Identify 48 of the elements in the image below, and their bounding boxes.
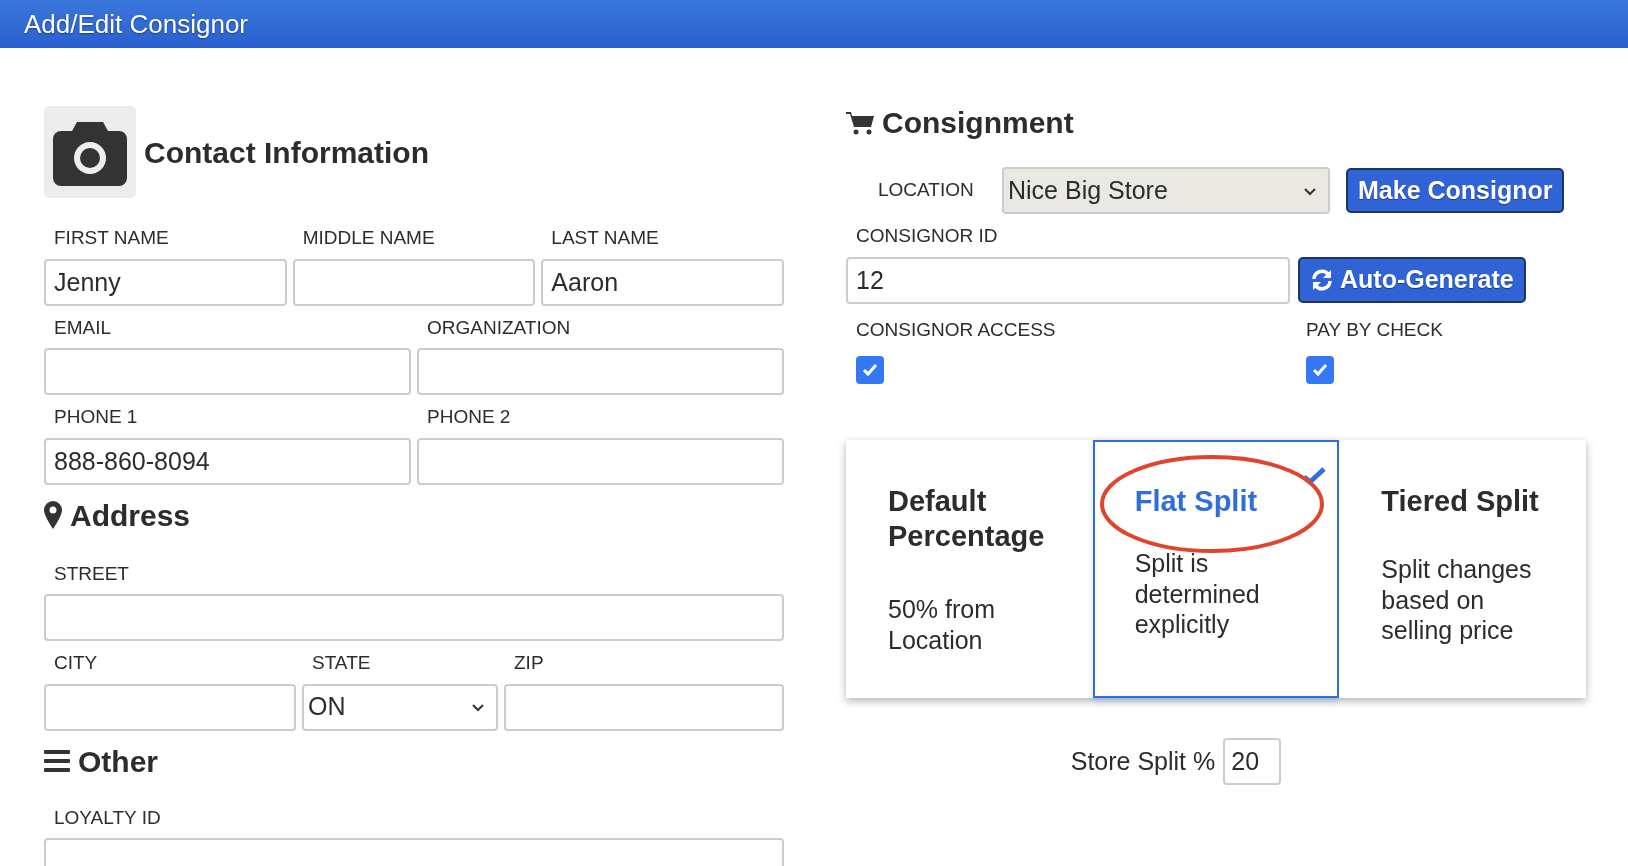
- auto-generate-button[interactable]: Auto-Generate: [1298, 257, 1526, 303]
- input-field[interactable]: [504, 683, 784, 731]
- window-title: Add/Edit Consignor: [24, 7, 249, 41]
- split-option[interactable]: Default Percentage 50% from Location: [846, 440, 1093, 698]
- field-label: CONSIGNOR ACCESS: [855, 317, 1056, 342]
- section-heading: Consignment: [882, 105, 1074, 141]
- field-label: EMAIL: [53, 315, 112, 340]
- field-label: ORGANIZATION: [426, 315, 571, 340]
- section-heading: Other: [78, 743, 158, 780]
- field-label: LOYALTY ID: [53, 805, 161, 830]
- input-field[interactable]: [417, 348, 784, 395]
- section-heading: Contact Information: [144, 134, 429, 171]
- input-field[interactable]: [44, 348, 411, 395]
- input-field[interactable]: Aaron: [541, 258, 784, 306]
- field-label: LAST NAME: [550, 226, 659, 250]
- checkbox[interactable]: [1306, 356, 1334, 384]
- checkbox[interactable]: [856, 356, 884, 384]
- make-consignor-button[interactable]: Make Consignor: [1346, 167, 1565, 214]
- field-label: FIRST NAME: [53, 226, 169, 250]
- field-label: MIDDLE NAME: [301, 226, 435, 250]
- field-label: STATE: [311, 651, 371, 675]
- cart-icon: [846, 110, 874, 135]
- field-label: PHONE 1: [53, 405, 138, 429]
- state-select[interactable]: ON: [302, 683, 498, 731]
- input-field[interactable]: [417, 437, 784, 485]
- field-label: PHONE 2: [426, 405, 511, 429]
- input-field[interactable]: 888-860-8094: [44, 437, 411, 485]
- field-label: Store Split %: [1070, 746, 1216, 777]
- input-field[interactable]: 12: [846, 256, 1290, 304]
- input-field[interactable]: [44, 594, 784, 641]
- field-label: LOCATION: [877, 178, 975, 203]
- section-heading: Address: [70, 497, 191, 534]
- location-select[interactable]: Nice Big Store: [1002, 167, 1330, 214]
- field-label: ZIP: [513, 651, 544, 675]
- split-option[interactable]: Tiered Split Split changes based on selling price: [1339, 440, 1586, 698]
- field-label: CITY: [53, 651, 98, 675]
- input-field[interactable]: 20: [1223, 738, 1282, 785]
- split-option[interactable]: Flat Split Split is determined explicitly: [1092, 440, 1340, 698]
- field-label: PAY BY CHECK: [1305, 317, 1443, 342]
- menu-icon: [44, 749, 70, 773]
- input-field[interactable]: [292, 258, 536, 306]
- input-field[interactable]: Jenny: [44, 258, 287, 306]
- input-field[interactable]: [44, 683, 296, 731]
- refresh-icon: [1310, 268, 1334, 292]
- field-label: STREET: [53, 561, 129, 586]
- map-pin-icon: [44, 501, 62, 529]
- field-label: CONSIGNOR ID: [855, 224, 998, 248]
- photo-button[interactable]: [44, 106, 136, 198]
